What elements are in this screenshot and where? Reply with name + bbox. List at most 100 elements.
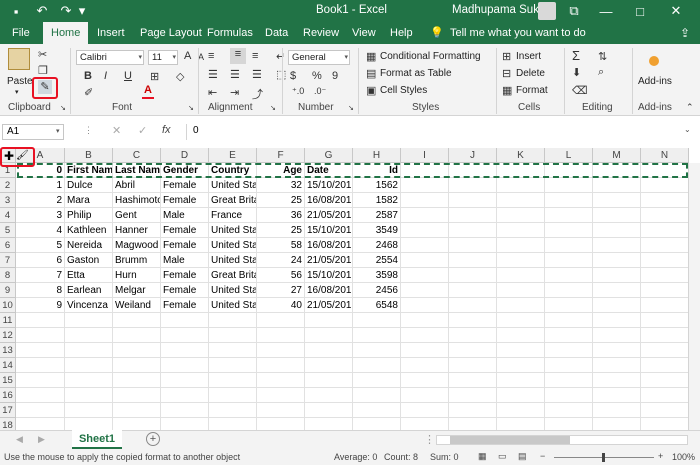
- cell-k3[interactable]: [497, 193, 545, 208]
- scroll-right-icon[interactable]: ▶: [38, 434, 45, 445]
- font-launcher-icon[interactable]: ↘: [188, 104, 194, 112]
- cell-f16[interactable]: [257, 388, 305, 403]
- cell-n7[interactable]: [641, 253, 689, 268]
- underline-button[interactable]: U: [124, 70, 132, 82]
- cell-n5[interactable]: [641, 223, 689, 238]
- cell-styles-icon[interactable]: ▣: [366, 84, 376, 97]
- column-header-g[interactable]: G: [305, 148, 353, 163]
- column-header-d[interactable]: D: [161, 148, 209, 163]
- cell-h7[interactable]: 2554: [353, 253, 401, 268]
- tab-page-layout[interactable]: Page Layout: [140, 22, 202, 44]
- comma-button[interactable]: 9: [332, 70, 338, 82]
- cell-j12[interactable]: [449, 328, 497, 343]
- cell-c4[interactable]: Gent: [113, 208, 161, 223]
- cell-l6[interactable]: [545, 238, 593, 253]
- fill-color-icon[interactable]: ◇: [176, 70, 184, 83]
- cell-k9[interactable]: [497, 283, 545, 298]
- cell-j11[interactable]: [449, 313, 497, 328]
- cell-n16[interactable]: [641, 388, 689, 403]
- row-header-5[interactable]: 5: [0, 223, 16, 238]
- cell-l17[interactable]: [545, 403, 593, 418]
- user-name[interactable]: Madhupama Sukul: [452, 4, 548, 16]
- cell-k14[interactable]: [497, 358, 545, 373]
- cell-h14[interactable]: [353, 358, 401, 373]
- fill-icon[interactable]: ⬇: [572, 66, 581, 79]
- cell-c17[interactable]: [113, 403, 161, 418]
- column-header-h[interactable]: H: [353, 148, 401, 163]
- font-color-icon[interactable]: A: [144, 84, 152, 96]
- column-header-e[interactable]: E: [209, 148, 257, 163]
- increase-decimal-icon[interactable]: ⁺.0: [292, 86, 304, 97]
- cell-l5[interactable]: [545, 223, 593, 238]
- cell-m3[interactable]: [593, 193, 641, 208]
- cell-e10[interactable]: United States: [209, 298, 257, 313]
- cell-n4[interactable]: [641, 208, 689, 223]
- enter-icon[interactable]: ✓: [138, 124, 147, 137]
- column-header-b[interactable]: B: [65, 148, 113, 163]
- cell-e11[interactable]: [209, 313, 257, 328]
- alignment-launcher-icon[interactable]: ↘: [270, 104, 276, 112]
- cell-e14[interactable]: [209, 358, 257, 373]
- cell-a3[interactable]: 2: [16, 193, 65, 208]
- cell-c8[interactable]: Hurn: [113, 268, 161, 283]
- cell-b1[interactable]: First Name: [65, 163, 113, 178]
- row-header-2[interactable]: 2: [0, 178, 16, 193]
- cell-h9[interactable]: 2456: [353, 283, 401, 298]
- cell-k2[interactable]: [497, 178, 545, 193]
- insert-cells-icon[interactable]: ⊞: [502, 50, 511, 63]
- cell-f12[interactable]: [257, 328, 305, 343]
- cell-h11[interactable]: [353, 313, 401, 328]
- cell-e8[interactable]: Great Britain: [209, 268, 257, 283]
- cell-g2[interactable]: 15/10/2017: [305, 178, 353, 193]
- cell-l15[interactable]: [545, 373, 593, 388]
- cell-b16[interactable]: [65, 388, 113, 403]
- cell-a9[interactable]: 8: [16, 283, 65, 298]
- cell-l13[interactable]: [545, 343, 593, 358]
- column-header-n[interactable]: N: [641, 148, 689, 163]
- cell-m2[interactable]: [593, 178, 641, 193]
- namebox-dropdown-icon[interactable]: ▾: [56, 127, 60, 135]
- cell-l16[interactable]: [545, 388, 593, 403]
- cell-n13[interactable]: [641, 343, 689, 358]
- cell-a6[interactable]: 5: [16, 238, 65, 253]
- cell-c14[interactable]: [113, 358, 161, 373]
- cell-i5[interactable]: [401, 223, 449, 238]
- vertical-scrollbar[interactable]: [688, 163, 700, 430]
- cell-g15[interactable]: [305, 373, 353, 388]
- cell-m15[interactable]: [593, 373, 641, 388]
- cell-i8[interactable]: [401, 268, 449, 283]
- cell-g10[interactable]: 21/05/2015: [305, 298, 353, 313]
- cell-i1[interactable]: [401, 163, 449, 178]
- sheet-tab-sheet1[interactable]: Sheet1: [72, 430, 122, 449]
- cell-m5[interactable]: [593, 223, 641, 238]
- cell-f2[interactable]: 32: [257, 178, 305, 193]
- name-box[interactable]: A1: [2, 124, 64, 140]
- format-cells-button[interactable]: Format: [516, 85, 548, 96]
- cell-c15[interactable]: [113, 373, 161, 388]
- formula-input[interactable]: 0: [186, 124, 698, 140]
- column-header-c[interactable]: C: [113, 148, 161, 163]
- cell-n6[interactable]: [641, 238, 689, 253]
- cell-l3[interactable]: [545, 193, 593, 208]
- cell-e6[interactable]: United States: [209, 238, 257, 253]
- cell-c13[interactable]: [113, 343, 161, 358]
- paste-button[interactable]: Paste: [7, 76, 33, 87]
- cell-d4[interactable]: Male: [161, 208, 209, 223]
- sort-filter-icon[interactable]: ⇅: [598, 50, 607, 63]
- row-header-10[interactable]: 10: [0, 298, 16, 313]
- row-header-6[interactable]: 6: [0, 238, 16, 253]
- cell-m12[interactable]: [593, 328, 641, 343]
- tab-insert[interactable]: Insert: [97, 22, 125, 44]
- cell-k16[interactable]: [497, 388, 545, 403]
- cell-k17[interactable]: [497, 403, 545, 418]
- cell-k6[interactable]: [497, 238, 545, 253]
- cell-b2[interactable]: Dulce: [65, 178, 113, 193]
- cell-m13[interactable]: [593, 343, 641, 358]
- cell-h17[interactable]: [353, 403, 401, 418]
- cell-b12[interactable]: [65, 328, 113, 343]
- cell-i16[interactable]: [401, 388, 449, 403]
- cell-a4[interactable]: 3: [16, 208, 65, 223]
- cell-a11[interactable]: [16, 313, 65, 328]
- cell-b11[interactable]: [65, 313, 113, 328]
- highlight-icon[interactable]: ✐: [84, 86, 93, 99]
